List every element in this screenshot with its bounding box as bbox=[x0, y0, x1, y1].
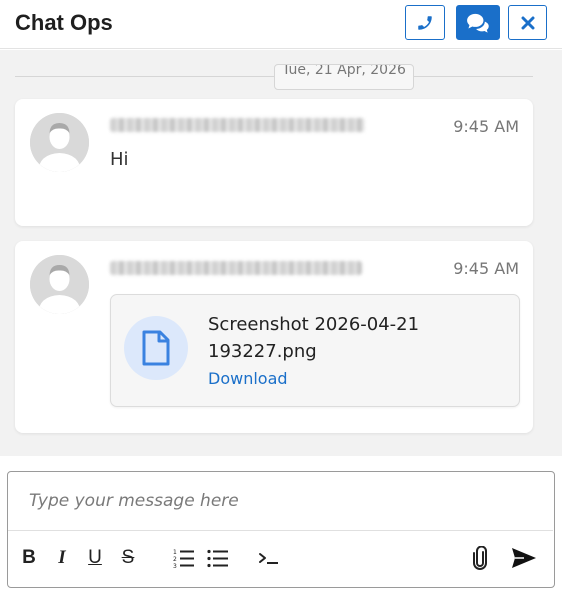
svg-text:1: 1 bbox=[173, 549, 177, 556]
sender-name-redacted bbox=[110, 261, 362, 275]
date-separator: Tue, 21 Apr, 2026 bbox=[274, 64, 414, 90]
phone-icon bbox=[418, 15, 432, 30]
message-card: 9:45 AM Hi bbox=[15, 99, 533, 226]
svg-text:3: 3 bbox=[173, 563, 177, 568]
close-button[interactable] bbox=[508, 5, 547, 40]
message-time: 9:45 AM bbox=[453, 117, 519, 136]
message-text: Hi bbox=[110, 149, 129, 170]
page-title: Chat Ops bbox=[15, 10, 113, 35]
bold-button[interactable]: B bbox=[20, 547, 38, 569]
bullet-list-button[interactable] bbox=[207, 547, 229, 569]
ordered-list-icon: 1 2 3 bbox=[173, 549, 194, 568]
message-list[interactable]: Tue, 21 Apr, 2026 9:45 AM Hi 9:45 AM Scr… bbox=[0, 50, 562, 456]
send-button[interactable] bbox=[510, 547, 538, 569]
download-link[interactable]: Download bbox=[208, 369, 288, 388]
underline-button[interactable]: U bbox=[86, 547, 104, 569]
message-composer: B I U S 1 2 3 bbox=[7, 471, 555, 588]
paperclip-icon bbox=[473, 546, 487, 570]
user-avatar-icon bbox=[30, 255, 89, 314]
call-button[interactable] bbox=[405, 5, 445, 40]
avatar bbox=[30, 113, 89, 172]
message-input[interactable] bbox=[8, 472, 553, 530]
code-button[interactable] bbox=[258, 547, 280, 569]
chat-header: Chat Ops bbox=[0, 0, 562, 49]
bullet-list-icon bbox=[207, 549, 228, 568]
toolbar-divider bbox=[8, 530, 553, 531]
sender-name-redacted bbox=[110, 118, 365, 132]
message-card: 9:45 AM Screenshot 2026-04-21 193227.png… bbox=[15, 241, 533, 433]
chat-button[interactable] bbox=[456, 5, 500, 40]
file-icon bbox=[142, 330, 170, 366]
file-name: Screenshot 2026-04-21 193227.png bbox=[208, 314, 420, 362]
chat-bubbles-icon bbox=[467, 13, 489, 33]
strikethrough-button[interactable]: S bbox=[119, 547, 137, 569]
message-time: 9:45 AM bbox=[453, 259, 519, 278]
date-separator-text: Tue, 21 Apr, 2026 bbox=[282, 64, 406, 78]
send-icon bbox=[512, 548, 536, 568]
attach-button[interactable] bbox=[470, 546, 490, 570]
terminal-icon bbox=[259, 553, 278, 564]
file-attachment: Screenshot 2026-04-21 193227.png Downloa… bbox=[110, 294, 520, 407]
file-icon-badge bbox=[124, 316, 188, 380]
italic-button[interactable]: I bbox=[53, 547, 71, 569]
user-avatar-icon bbox=[30, 113, 89, 172]
close-icon bbox=[521, 16, 534, 29]
svg-text:2: 2 bbox=[173, 556, 177, 563]
ordered-list-button[interactable]: 1 2 3 bbox=[173, 547, 195, 569]
avatar bbox=[30, 255, 89, 314]
